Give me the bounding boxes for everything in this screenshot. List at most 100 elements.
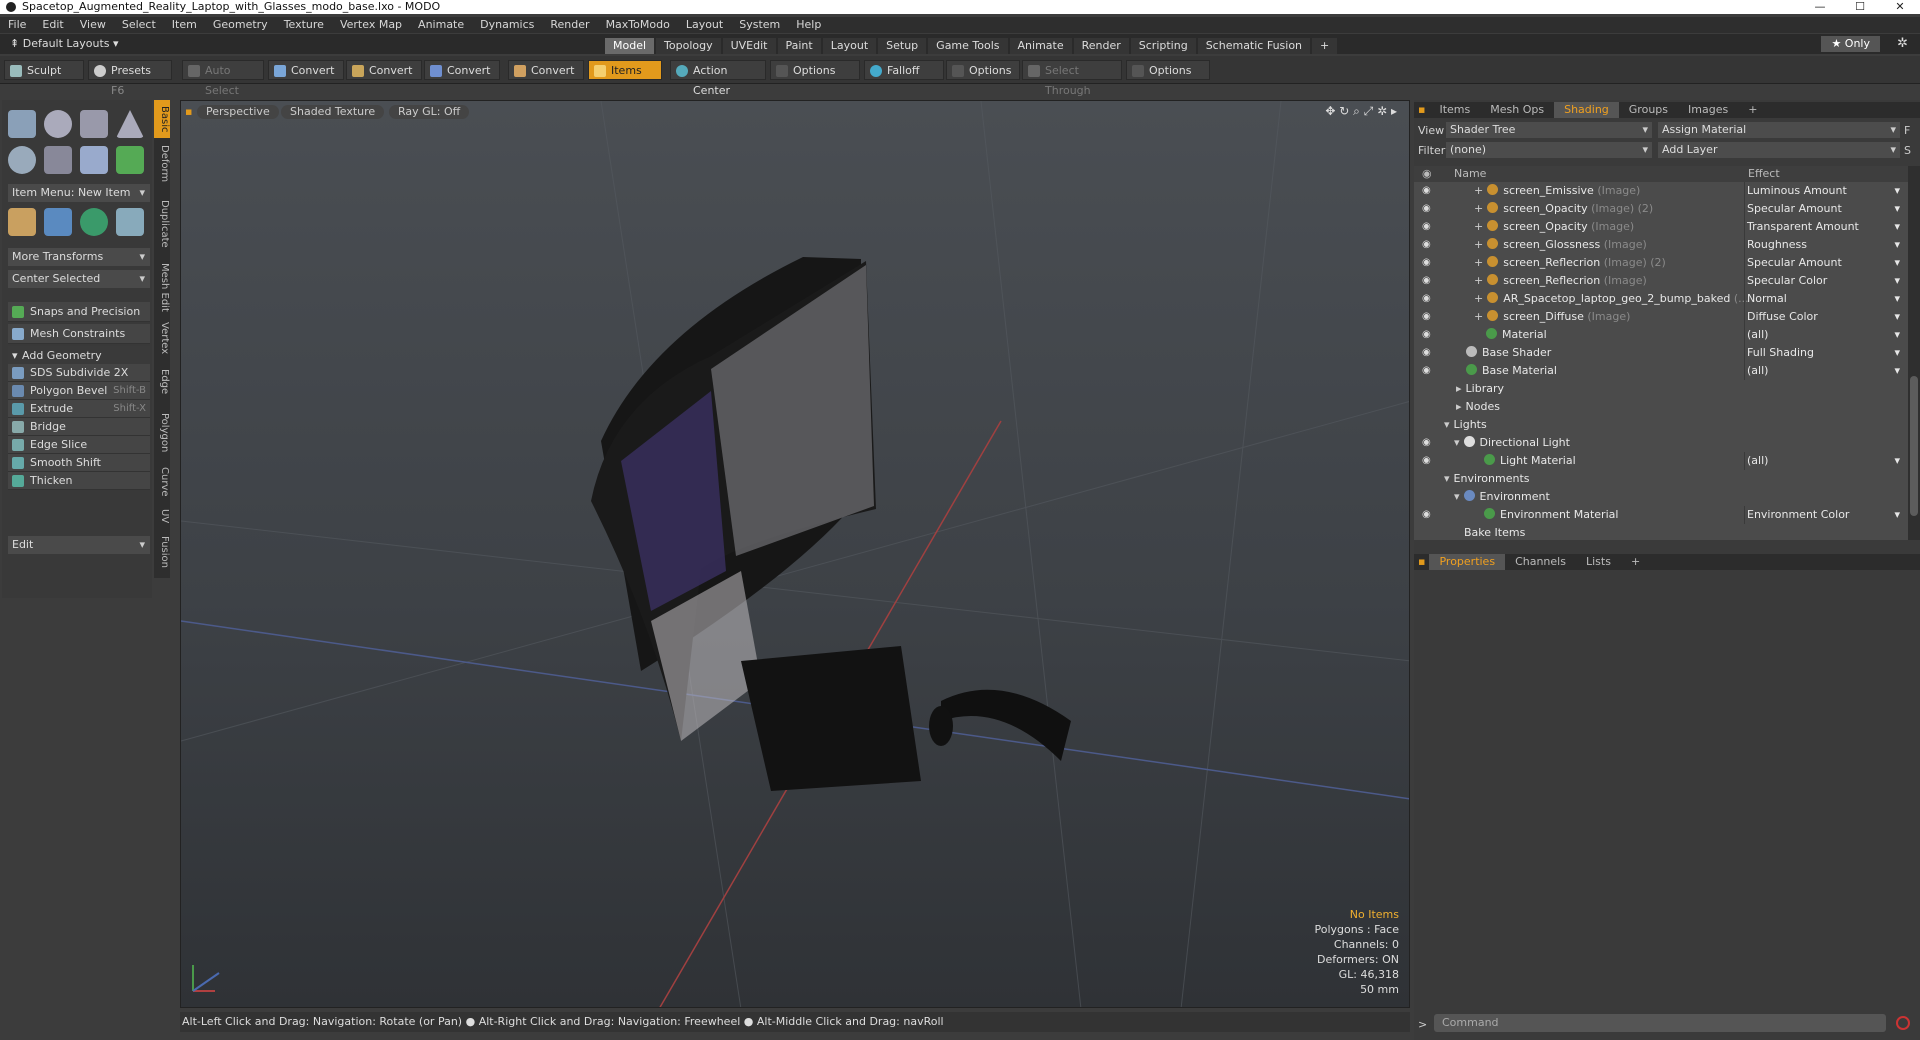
- transform-icon[interactable]: [8, 208, 36, 236]
- layout-tab-model[interactable]: Model: [605, 38, 655, 54]
- add-layout-tab[interactable]: +: [1312, 38, 1338, 54]
- layout-tab-topology[interactable]: Topology: [656, 38, 721, 54]
- effect-dropdown[interactable]: (all): [1744, 362, 1904, 380]
- options-button-2[interactable]: Options: [946, 60, 1020, 80]
- tree-row[interactable]: ◉ + screen_Reflecrion (Image) (2) Specular …: [1414, 254, 1908, 272]
- expand-icon[interactable]: ▾: [1454, 490, 1460, 503]
- grid-icon[interactable]: [44, 208, 72, 236]
- effect-dropdown[interactable]: Luminous Amount: [1744, 182, 1904, 200]
- pen-icon[interactable]: [80, 146, 108, 174]
- expand-icon[interactable]: ▸: [1456, 382, 1462, 395]
- vtab-edge[interactable]: Edge: [154, 362, 170, 402]
- globe-icon[interactable]: [80, 208, 108, 236]
- scrollbar-thumb[interactable]: [1910, 376, 1918, 516]
- panel-menu-icon[interactable]: ▪: [1414, 102, 1429, 118]
- select-through-button[interactable]: Select Through: [1022, 60, 1122, 97]
- layout-tab-scripting[interactable]: Scripting: [1130, 38, 1196, 54]
- vtab-deform[interactable]: Deform: [154, 140, 170, 188]
- effect-dropdown[interactable]: Specular Amount: [1744, 200, 1904, 218]
- layout-tab-paint[interactable]: Paint: [777, 38, 821, 54]
- cylinder-icon[interactable]: [80, 110, 108, 138]
- tree-row[interactable]: Bake Items: [1414, 524, 1908, 542]
- menu-item[interactable]: Item: [164, 17, 205, 33]
- panel-tab-shading[interactable]: Shading: [1554, 102, 1619, 118]
- presets-button[interactable]: Presets F6: [88, 60, 172, 97]
- minimize-icon[interactable]: —: [1800, 0, 1840, 14]
- effect-dropdown[interactable]: Normal: [1744, 290, 1904, 308]
- expand-icon[interactable]: ▾: [1444, 418, 1450, 431]
- panel-menu-icon[interactable]: ▪: [1414, 554, 1429, 570]
- tree-row[interactable]: ◉ + screen_Opacity (Image) Transparent Amou…: [1414, 218, 1908, 236]
- only-button[interactable]: ★ Only: [1821, 36, 1880, 52]
- tree-row[interactable]: ▾ Lights: [1414, 416, 1908, 434]
- default-layouts-dropdown[interactable]: ⇞ Default Layouts ▾: [10, 34, 119, 54]
- expand-icon[interactable]: +: [1474, 184, 1483, 197]
- expand-icon[interactable]: ▾: [1444, 472, 1450, 485]
- visibility-eye-icon[interactable]: ◉: [1422, 434, 1431, 452]
- vtab-curve[interactable]: Curve: [154, 464, 170, 500]
- text-icon[interactable]: [116, 146, 144, 174]
- visibility-eye-icon[interactable]: ◉: [1422, 290, 1431, 308]
- menu-texture[interactable]: Texture: [276, 17, 332, 33]
- expand-icon[interactable]: +: [1474, 238, 1483, 251]
- item-menu-dropdown[interactable]: Item Menu: New Item: [8, 184, 150, 202]
- convert-button-3[interactable]: Convert: [424, 60, 500, 80]
- cone-icon[interactable]: [116, 110, 144, 138]
- add-layer-dropdown[interactable]: Add Layer: [1658, 142, 1900, 158]
- effect-dropdown[interactable]: Environment Color: [1744, 506, 1904, 524]
- s-button[interactable]: S: [1904, 142, 1911, 160]
- tool-extrude[interactable]: Extrude Shift-X: [8, 400, 150, 418]
- menu-geometry[interactable]: Geometry: [205, 17, 276, 33]
- sculpt-button[interactable]: Sculpt: [4, 60, 84, 80]
- sphere-icon[interactable]: [44, 110, 72, 138]
- visibility-eye-icon[interactable]: ◉: [1422, 308, 1431, 326]
- visibility-eye-icon[interactable]: ◉: [1422, 506, 1431, 524]
- tree-row[interactable]: ▾ Environments: [1414, 470, 1908, 488]
- view-dropdown[interactable]: Shader Tree: [1446, 122, 1652, 138]
- menu-system[interactable]: System: [731, 17, 788, 33]
- add-tab-icon[interactable]: +: [1738, 102, 1767, 118]
- vtab-vertex[interactable]: Vertex: [154, 318, 170, 358]
- visibility-eye-icon[interactable]: ◉: [1422, 182, 1431, 200]
- convert-button-2[interactable]: Convert: [346, 60, 422, 80]
- layout-tab-setup[interactable]: Setup: [878, 38, 927, 54]
- gear-icon[interactable]: ✲: [1897, 34, 1908, 54]
- expand-icon[interactable]: ▸: [1456, 400, 1462, 413]
- tree-row[interactable]: ◉ Environment Material Environment Color: [1414, 506, 1908, 524]
- menu-file[interactable]: File: [0, 17, 34, 33]
- tool-smooth-shift[interactable]: Smooth Shift: [8, 454, 150, 472]
- cube-icon[interactable]: [8, 110, 36, 138]
- center-selected-dropdown[interactable]: Center Selected: [8, 270, 150, 288]
- falloff-button[interactable]: Falloff: [864, 60, 944, 80]
- effect-dropdown[interactable]: Diffuse Color: [1744, 308, 1904, 326]
- auto-select-button[interactable]: Auto Select: [182, 60, 264, 97]
- menu-dynamics[interactable]: Dynamics: [472, 17, 542, 33]
- prop-tab-lists[interactable]: Lists: [1576, 554, 1621, 570]
- layout-tab-render[interactable]: Render: [1073, 38, 1129, 54]
- tree-row[interactable]: ◉ + screen_Reflecrion (Image) Specular Colo…: [1414, 272, 1908, 290]
- layout-tab-animate[interactable]: Animate: [1009, 38, 1072, 54]
- options-button-1[interactable]: Options: [770, 60, 860, 80]
- tree-row[interactable]: ◉ + AR_Spacetop_laptop_geo_2_bump_baked (.…: [1414, 290, 1908, 308]
- panel-tab-mesh-ops[interactable]: Mesh Ops: [1480, 102, 1554, 118]
- visibility-eye-icon[interactable]: ◉: [1422, 362, 1431, 380]
- tree-row[interactable]: ◉ Light Material (all): [1414, 452, 1908, 470]
- maximize-icon[interactable]: ☐: [1840, 0, 1880, 14]
- visibility-eye-icon[interactable]: ◉: [1422, 236, 1431, 254]
- 3d-viewport[interactable]: ▪ Perspective Shaded Texture Ray GL: Off…: [180, 100, 1410, 1008]
- effect-dropdown[interactable]: Specular Color: [1744, 272, 1904, 290]
- visibility-eye-icon[interactable]: ◉: [1422, 272, 1431, 290]
- menu-maxtomodo[interactable]: MaxToModo: [598, 17, 678, 33]
- effect-dropdown[interactable]: Specular Amount: [1744, 254, 1904, 272]
- panel-tab-groups[interactable]: Groups: [1619, 102, 1678, 118]
- visibility-eye-icon[interactable]: ◉: [1422, 452, 1431, 470]
- effect-dropdown[interactable]: Transparent Amount: [1744, 218, 1904, 236]
- expand-icon[interactable]: +: [1474, 292, 1483, 305]
- vtab-uv[interactable]: UV: [154, 504, 170, 528]
- effect-dropdown[interactable]: (all): [1744, 452, 1904, 470]
- capsule-icon[interactable]: [44, 146, 72, 174]
- expand-icon[interactable]: +: [1474, 310, 1483, 323]
- visibility-eye-icon[interactable]: ◉: [1422, 200, 1431, 218]
- layout-tab-schematic-fusion[interactable]: Schematic Fusion: [1197, 38, 1311, 54]
- tree-scrollbar[interactable]: [1908, 166, 1920, 540]
